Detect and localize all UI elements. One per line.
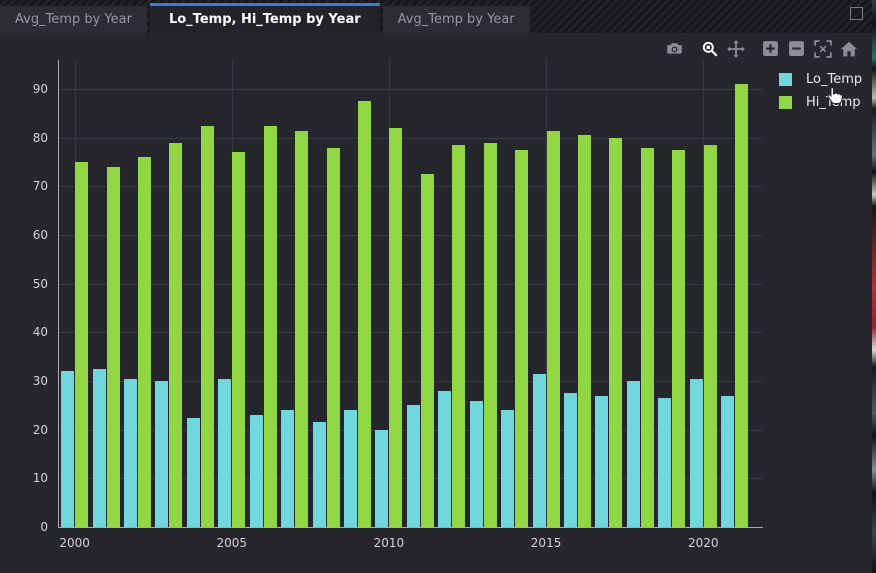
bar-lo_temp-2008 [313,422,326,527]
bar-lo_temp-2016 [564,393,577,527]
bar-hi_temp-2011 [421,174,434,527]
bar-lo_temp-2000 [61,371,74,527]
bar-lo_temp-2002 [124,379,137,527]
bar-lo_temp-2012 [438,391,451,527]
zoom-out-icon[interactable] [787,39,806,58]
tab-label: Avg_Temp by Year [15,12,132,27]
bar-hi_temp-2014 [515,150,528,527]
autoscale-icon[interactable] [813,39,832,58]
x-tick-label: 2020 [673,536,733,550]
bar-hi_temp-2013 [484,143,497,527]
y-tick-label: 70 [10,179,48,193]
bar-hi_temp-2017 [609,138,622,527]
lo-temp-swatch-icon [779,73,792,86]
tab-label: Avg_Temp by Year [398,12,515,27]
y-tick-label: 60 [10,228,48,242]
y-tick-label: 30 [10,374,48,388]
x-tick-label: 2005 [202,536,262,550]
pan-icon[interactable] [726,39,745,58]
maximize-icon[interactable] [850,7,863,20]
bar-hi_temp-2001 [107,167,120,527]
gridline-y-70 [58,186,762,187]
bar-hi_temp-2006 [264,126,277,527]
bar-lo_temp-2007 [281,410,294,527]
tab-bar: Avg_Temp by Year Lo_Temp, Hi_Temp by Yea… [0,0,876,33]
gridline-y-60 [58,235,762,236]
bar-hi_temp-2000 [75,162,88,527]
bar-lo_temp-2006 [250,415,263,527]
y-tick-label: 40 [10,325,48,339]
bar-lo_temp-2014 [501,410,514,527]
bar-hi_temp-2002 [138,157,151,527]
bar-lo_temp-2003 [155,381,168,527]
bar-hi_temp-2003 [169,143,182,527]
chart-panel: 0 10 20 30 40 50 60 70 80 90 2000 2005 2010 2015 2020… [0,33,872,573]
gridline-y-80 [58,138,762,139]
hi-temp-swatch-icon [779,96,792,109]
bar-hi_temp-2015 [547,131,560,527]
gridline-y-90 [58,89,762,90]
tab-avg-temp-by-year-2[interactable]: Avg_Temp by Year [383,6,530,33]
bar-hi_temp-2009 [358,101,371,527]
bar-hi_temp-2010 [389,128,402,527]
adjacent-window-edge [872,0,876,573]
bar-hi_temp-2018 [641,148,654,527]
x-tick-label: 2010 [359,536,419,550]
tab-list: Avg_Temp by Year Lo_Temp, Hi_Temp by Yea… [0,0,876,33]
bar-lo_temp-2004 [187,418,200,527]
legend-item-lo-temp[interactable]: Lo_Temp [779,68,862,91]
bar-lo_temp-2018 [627,381,640,527]
bar-lo_temp-2020 [690,379,703,527]
bar-hi_temp-2019 [672,150,685,527]
y-tick-label: 20 [10,423,48,437]
bar-lo_temp-2015 [533,374,546,527]
y-axis-line [58,60,59,528]
tab-lo-temp-hi-temp-by-year[interactable]: Lo_Temp, Hi_Temp by Year [150,3,380,33]
bar-lo_temp-2019 [658,398,671,527]
x-tick-label: 2000 [45,536,105,550]
bar-hi_temp-2005 [232,152,245,527]
bar-lo_temp-2013 [470,401,483,527]
bar-hi_temp-2008 [327,148,340,527]
bar-hi_temp-2004 [201,126,214,527]
bar-lo_temp-2009 [344,410,357,527]
legend-item-hi-temp[interactable]: Hi_Temp [779,91,862,114]
tab-avg-temp-by-year-1[interactable]: Avg_Temp by Year [0,6,147,33]
box-zoom-icon[interactable] [700,39,719,58]
bar-hi_temp-2021 [735,84,748,527]
y-tick-label: 90 [10,82,48,96]
gridline-y-50 [58,284,762,285]
legend-label: Hi_Temp [806,95,861,110]
reset-home-icon[interactable] [839,39,858,58]
bar-lo_temp-2001 [93,369,106,527]
camera-icon[interactable] [665,39,684,58]
legend-label: Lo_Temp [806,72,862,87]
bar-lo_temp-2005 [218,379,231,527]
bar-lo_temp-2017 [595,396,608,527]
y-tick-label: 80 [10,131,48,145]
bar-hi_temp-2016 [578,135,591,527]
bar-lo_temp-2021 [721,396,734,527]
x-axis-line [58,527,763,528]
bar-lo_temp-2011 [407,405,420,527]
x-tick-label: 2015 [516,536,576,550]
y-tick-label: 10 [10,471,48,485]
plot-area[interactable] [58,60,762,527]
y-tick-label: 0 [10,520,48,534]
bar-hi_temp-2007 [295,131,308,527]
bar-hi_temp-2020 [704,145,717,527]
legend: Lo_Temp Hi_Temp [779,68,862,114]
plot-modebar [649,39,858,58]
y-tick-label: 50 [10,277,48,291]
zoom-in-icon[interactable] [761,39,780,58]
gridline-y-40 [58,332,762,333]
bar-hi_temp-2012 [452,145,465,527]
tab-label: Lo_Temp, Hi_Temp by Year [169,12,361,27]
bar-lo_temp-2010 [375,430,388,527]
